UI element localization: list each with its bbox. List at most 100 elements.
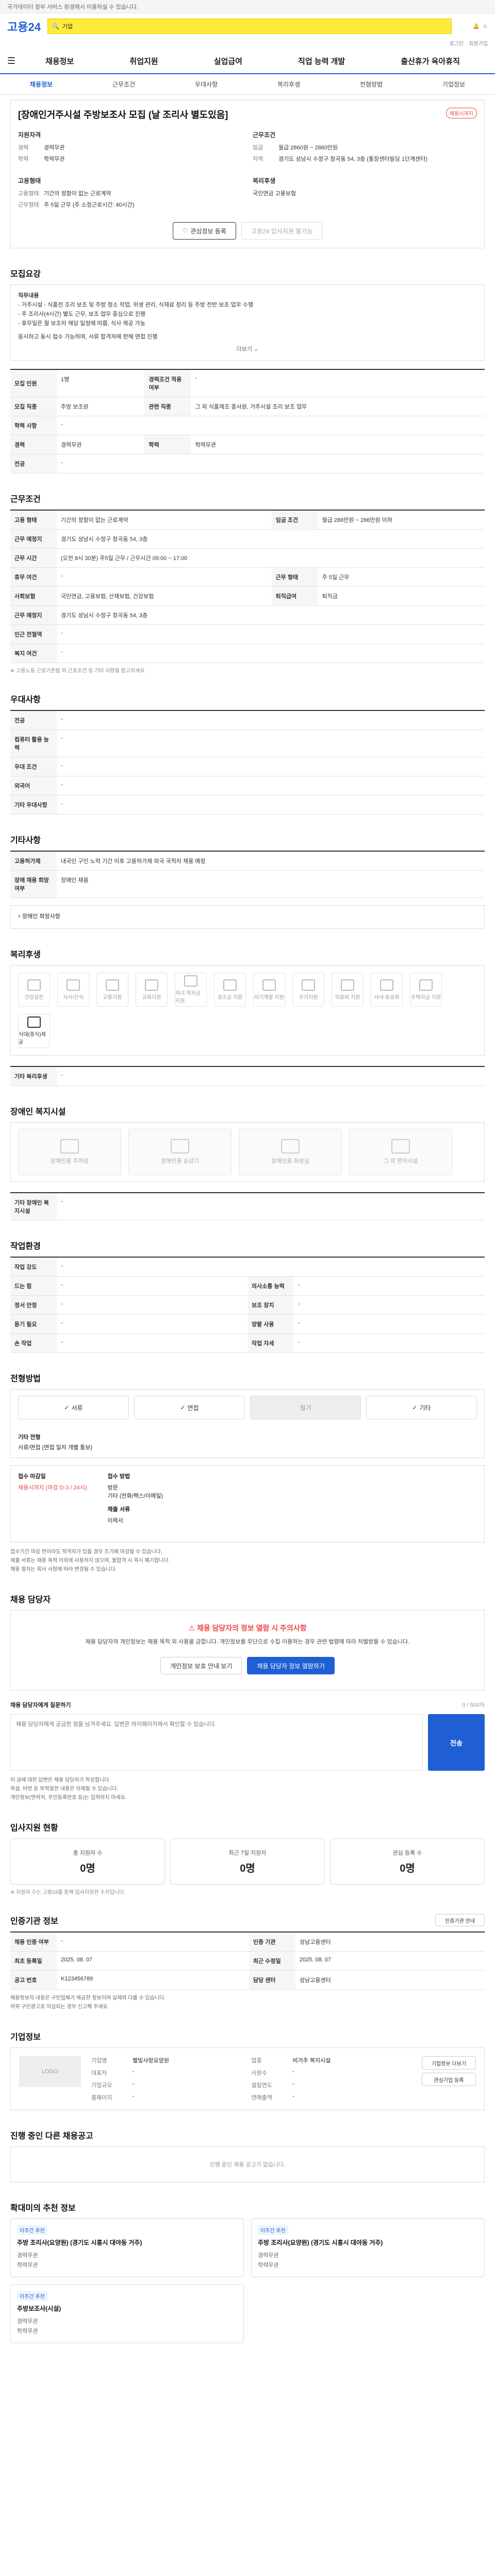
apply-button[interactable]: 고용24 입사지원 불가능 [241, 222, 323, 240]
welfare-item: 자녀 학자금 지원 [175, 973, 207, 1007]
search-box[interactable]: 🔍 기업 [47, 19, 452, 34]
gnb-item[interactable]: 취업지원 [129, 56, 158, 66]
work-row: 인근 전철역 - [10, 624, 485, 644]
welfare-icon [106, 979, 119, 991]
welfare-item-label: 의료비 지원 [335, 994, 360, 1001]
facility-label: 장애인용 화장실 [271, 1158, 309, 1164]
related-row: 경력무관 [17, 2252, 38, 2259]
banner-text: 국가데이터 정부 서비스 환경에서 이용하실 수 있습니다. [7, 4, 139, 10]
related-row: 경력무관 [258, 2252, 279, 2259]
method-item: 방문 [107, 1485, 118, 1491]
docs-value: 이력서 [107, 1518, 123, 1524]
process-title: 전형방법 [10, 1375, 41, 1383]
tab-recruit[interactable]: 채용정보 [0, 80, 82, 89]
privacy-button[interactable]: 개인정보 보호 안내 보기 [160, 1657, 242, 1674]
agency-row: 채용 인증 여부 - 인증 기관 성남고용센터 [10, 1932, 485, 1952]
work-label: 임금 조건 [271, 510, 318, 530]
work-value: 경기도 성남시 수정구 창곡동 54, 3층 [57, 605, 485, 625]
env-label: 손 작업 [10, 1333, 57, 1353]
related-job-card[interactable]: 이주간 추천 주방 조리사(요양원) (경기도 시흥시 대야동 거주) 경력무관 학력… [10, 2218, 244, 2277]
gnb-item[interactable]: 실업급여 [214, 56, 242, 66]
method-label: 접수 방법 [107, 1473, 130, 1480]
work-value: (오전 8시 30분) 주5일 근무 / 근무시간 09:00 ~ 17:00 [57, 548, 485, 568]
etc-link-box: › 장애인 희망사항 [10, 905, 485, 929]
recruit-title: 모집요강 [10, 270, 41, 279]
main-nav: ☰ 채용정보 취업지원 실업급여 직업 능력 개발 출산휴가 육아휴직 [0, 48, 495, 74]
env-value: - [294, 1295, 485, 1315]
inquiry-input[interactable] [10, 1714, 423, 1771]
process-extra-label: 기타 전형 [18, 1434, 41, 1440]
recruit-value: 1명 [57, 369, 145, 397]
agency-label: 공고 번호 [10, 1970, 57, 1990]
expand-button[interactable]: 더보기 ⌄ [18, 345, 477, 354]
deadline-badge: 채용시까지 [446, 108, 477, 118]
company-more-button[interactable]: 기업정보 더보기 [421, 2056, 476, 2070]
inquiry-counter: 0 / 500자 [462, 1702, 485, 1708]
welfare-icon [419, 979, 433, 991]
search-input[interactable]: 기업 [62, 22, 73, 30]
etc-link[interactable]: 장애인 희망사항 [22, 913, 60, 920]
tab-process[interactable]: 전형방법 [330, 80, 412, 89]
send-button[interactable]: 전송 [428, 1714, 485, 1771]
related-job-card[interactable]: 이주간 추천 주방 조리사(요양원) (경기도 시흥시 대야동 거주) 경력무관 학력… [251, 2218, 485, 2277]
bell-icon[interactable]: 🔔 [473, 24, 479, 29]
bullet: 허위 구인광고로 의심되는 경우 신고해 주세요. [10, 2004, 109, 2010]
type-block: 고용형태 고용형태 기간의 정함이 없는 근로계약 근무형태 주 5일 근무 (주 … [18, 176, 242, 212]
env-label: 듣기 필요 [10, 1314, 57, 1334]
hours-value: 주 5일 근무 (주 소정근로시간: 40시간) [44, 202, 135, 208]
welfare-icon [27, 979, 41, 991]
agency-table: 채용 인증 여부 - 인증 기관 성남고용센터 최초 등록일 2025. 08. 07 최근… [10, 1931, 485, 1990]
agency-section: 인증기관 정보 [10, 1917, 58, 1926]
welfare-item: 자기계발 지원 [253, 973, 285, 1007]
agency-value: K123456789 [57, 1970, 249, 1990]
welfare-item-label: 식대(중식)제공 [19, 1032, 46, 1045]
tab-work[interactable]: 근무조건 [82, 80, 165, 89]
agency-value: - [57, 1932, 249, 1952]
cond-block: 근무조건 임금 월급 2860원 ~ 2860만원 지역 경기도 성남시 수정구 창… [253, 130, 477, 166]
pref-row: 우대 조건 - [10, 757, 485, 776]
related-job-card[interactable]: 이주간 추천 주방보조사(시설) 경력무관 학력무관 [10, 2284, 244, 2343]
related-tag: 이주간 추천 [17, 2291, 47, 2301]
job-title: [장애인거주시설 주방보조사 모집 (날 조리사 별도있음] [18, 110, 228, 120]
stat-num: 0명 [80, 1862, 95, 1874]
facility-icon [391, 1139, 410, 1154]
scrap-button[interactable]: ♡ 관심정보 등록 [172, 222, 236, 240]
join-link[interactable]: 회원가입 [469, 39, 488, 48]
work-value: 기간의 정함이 없는 근로계약 [57, 510, 272, 530]
env-row: 드는 힘 - 의사소통 능력 - [10, 1276, 485, 1296]
etc-table: 고용허가제 내국인 구인 노력 기간 이후 고용허가제 외국 국적자 채용 예정 장… [10, 851, 485, 898]
agency-label: 최근 수정일 [249, 1951, 295, 1971]
hamburger-icon[interactable]: ☰ [7, 56, 18, 66]
company-info-value: 비거주 복지시설 [292, 2058, 331, 2064]
company-info-label: 사원수 [251, 2070, 267, 2076]
gnb-item[interactable]: 직업 능력 개발 [298, 56, 345, 66]
welfare-item-label: 자녀 학자금 지원 [175, 991, 201, 1004]
period-box: 접수 마감일 채용시까지 (마감 D-3 / 24시) 접수 방법 방문 기타 … [10, 1465, 485, 1543]
user-icon[interactable]: ☺ [483, 24, 488, 29]
agency-button[interactable]: 인증기관 안내 [435, 1914, 485, 1926]
welfare-icon [302, 979, 315, 991]
site-logo[interactable]: 고용24 [7, 18, 47, 35]
gnb-item[interactable]: 출산휴가 육아휴직 [401, 56, 460, 66]
tab-company[interactable]: 기업정보 [412, 80, 495, 89]
gnb-item[interactable]: 채용정보 [45, 56, 74, 66]
env-row: 손 작업 - 작업 자세 - [10, 1333, 485, 1353]
tab-pref[interactable]: 우대사항 [165, 80, 248, 89]
facility-label: 장애인용 주차장 [51, 1158, 89, 1164]
work-row: 근무 시간 (오전 8시 30분) 주5일 근무 / 근무시간 09:00 ~ 1… [10, 548, 485, 568]
related-title: 확대미의 추천 정보 [10, 2204, 76, 2213]
bullet: 개인정보(연락처, 주민등록번호 등)는 입력하지 마세요. [10, 1795, 127, 1801]
disabled-box: 장애인용 주차장 장애인용 승강기 장애인용 화장실 그 외 편의시설 [10, 1122, 485, 1182]
tab-welfare[interactable]: 복리후생 [248, 80, 330, 89]
welfare-icon [341, 979, 354, 991]
show-contact-button[interactable]: 채용 담당자 정보 열람하기 [247, 1657, 335, 1674]
notice-head: ⚠ 채용 담당자의 정보 열람 시 주의사항 [23, 1623, 472, 1633]
login-link[interactable]: 로그인 [450, 39, 464, 48]
agency-label: 인증 기관 [249, 1932, 295, 1952]
step-doc: ✓ 서류 [18, 1396, 129, 1419]
etc-title: 기타사항 [10, 836, 41, 845]
related-row: 경력무관 [17, 2318, 38, 2325]
company-fav-button[interactable]: 관심기업 등록 [421, 2073, 476, 2086]
work-title: 근무조건 [10, 495, 41, 504]
stats-cards: 총 지원자 수 0명 최근 7일 지원자 0명 관심 등록 수 0명 [10, 1838, 485, 1885]
